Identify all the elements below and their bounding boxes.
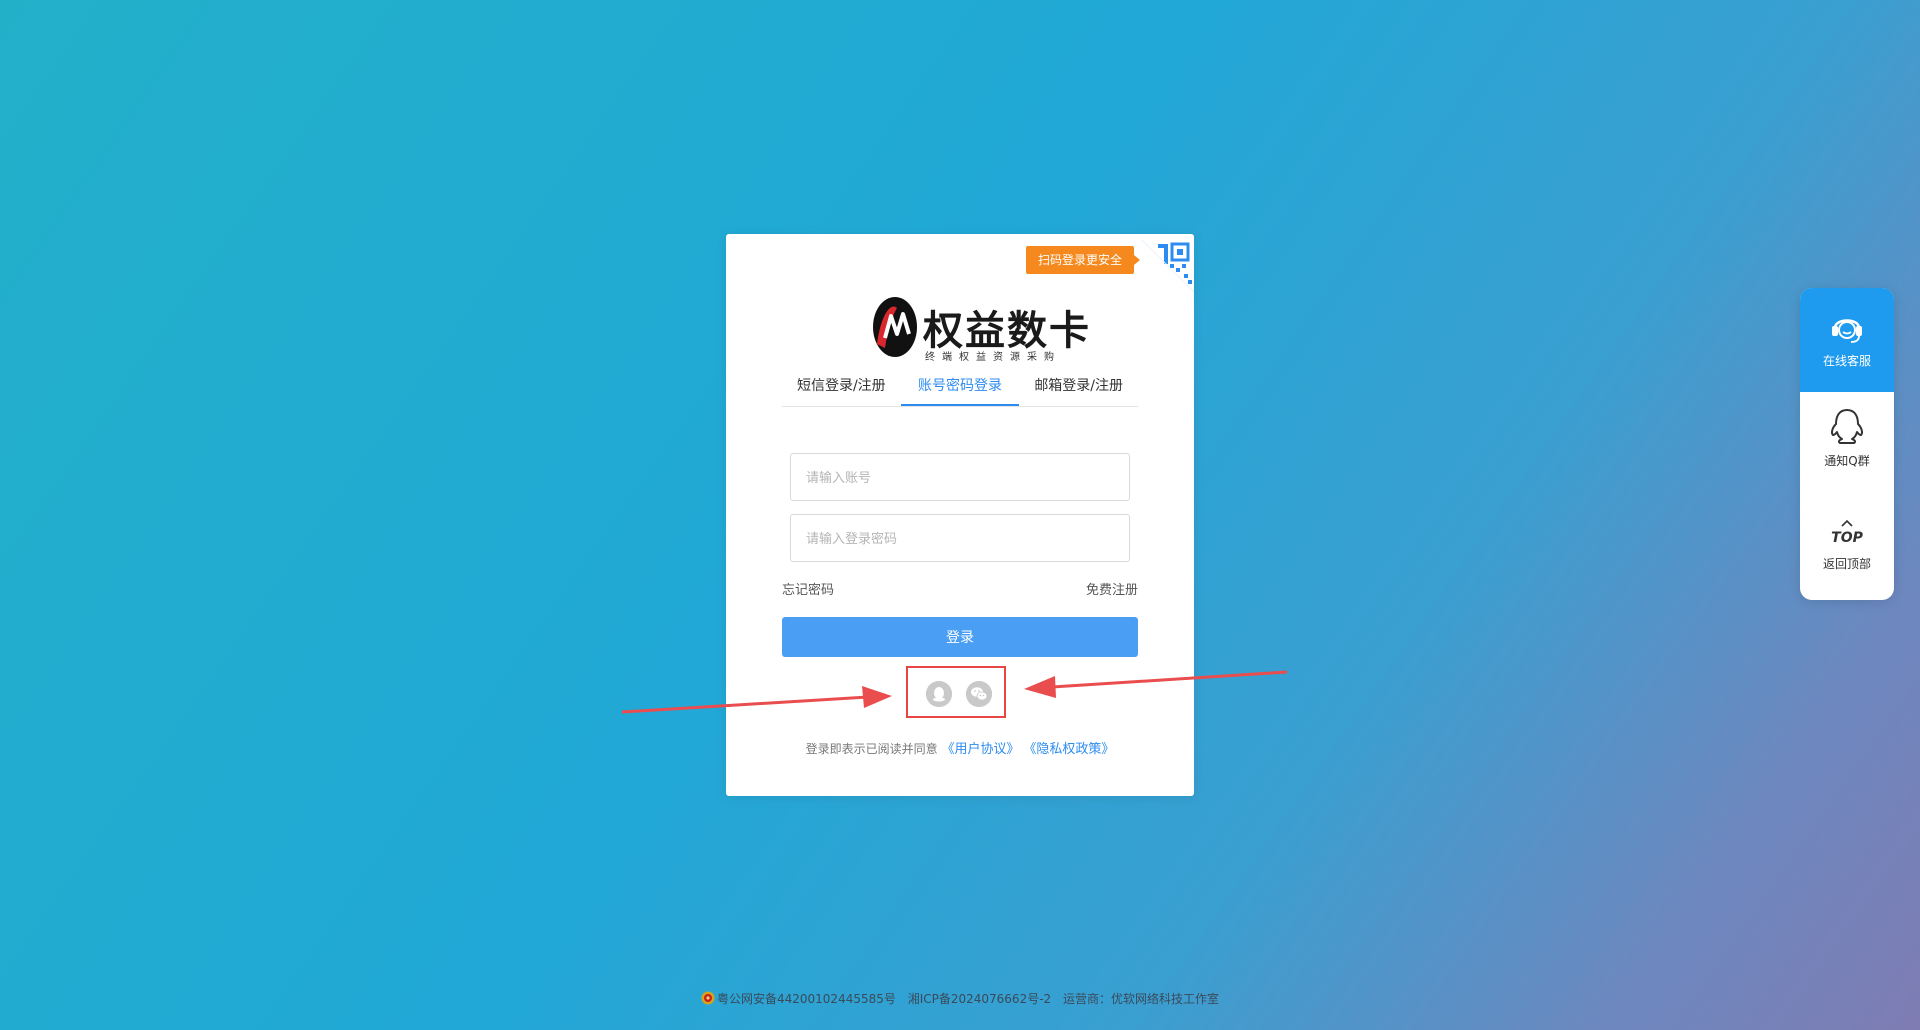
qr-code-icon[interactable]: [1136, 234, 1194, 292]
headset-icon: [1832, 319, 1862, 343]
login-tabs: 短信登录/注册 账号密码登录 邮箱登录/注册: [782, 368, 1138, 407]
police-badge-icon: [701, 991, 715, 1005]
wechat-icon[interactable]: [966, 681, 992, 707]
online-service-label: 在线客服: [1822, 354, 1871, 368]
brand-logo: 权益数卡 终端权益资源采购: [871, 290, 1089, 363]
qq-group-label: 通知Q群: [1824, 454, 1870, 468]
social-login-highlight: [906, 666, 1006, 718]
agreement-prefix: 登录即表示已阅读并同意: [805, 742, 938, 756]
user-agreement-link[interactable]: 《用户协议》: [941, 742, 1019, 757]
chevron-up-icon: [1841, 519, 1853, 527]
floating-service-panel: 在线客服 通知Q群 TOP 返回顶部: [1800, 288, 1894, 600]
police-record-text: 粤公网安备44200102445585号: [716, 992, 896, 1006]
tab-password-login[interactable]: 账号密码登录: [900, 368, 1020, 406]
qq-icon[interactable]: [926, 681, 952, 707]
free-register-link[interactable]: 免费注册: [1086, 579, 1138, 598]
back-to-top-button[interactable]: TOP 返回顶部: [1800, 512, 1894, 582]
logo-subtitle: 终端权益资源采购: [925, 352, 1061, 363]
agreement-text: 登录即表示已阅读并同意 《用户协议》 《隐私权政策》: [726, 738, 1194, 757]
qr-login-tip[interactable]: 扫码登录更安全: [1026, 246, 1141, 274]
tab-email-login[interactable]: 邮箱登录/注册: [1019, 368, 1138, 406]
qq-penguin-icon: [1831, 409, 1863, 444]
account-input[interactable]: [790, 453, 1130, 501]
online-service-button[interactable]: 在线客服: [1800, 288, 1894, 392]
top-text: TOP: [1831, 530, 1863, 546]
tab-sms-login[interactable]: 短信登录/注册: [782, 368, 901, 406]
qq-group-button[interactable]: 通知Q群: [1800, 406, 1894, 486]
page-footer: 粤公网安备44200102445585号 湘ICP备2024076662号-2 …: [0, 990, 1920, 1007]
icp-record[interactable]: 湘ICP备2024076662号-2: [908, 992, 1051, 1006]
back-to-top-label: 返回顶部: [1822, 557, 1871, 571]
password-input[interactable]: [790, 514, 1130, 562]
login-button[interactable]: 登录: [782, 617, 1138, 657]
logo-mark-icon: [873, 297, 917, 357]
operator-text: 运营商：优软网络科技工作室: [1063, 992, 1220, 1006]
privacy-policy-link[interactable]: 《隐私权政策》: [1023, 742, 1114, 757]
police-record[interactable]: 粤公网安备44200102445585号: [701, 991, 900, 1006]
login-card: 扫码登录更安全 权益数卡 终端权益资源采购 短信登录/注册 账号密码登录 邮箱登…: [726, 234, 1194, 796]
forgot-password-link[interactable]: 忘记密码: [782, 579, 834, 598]
